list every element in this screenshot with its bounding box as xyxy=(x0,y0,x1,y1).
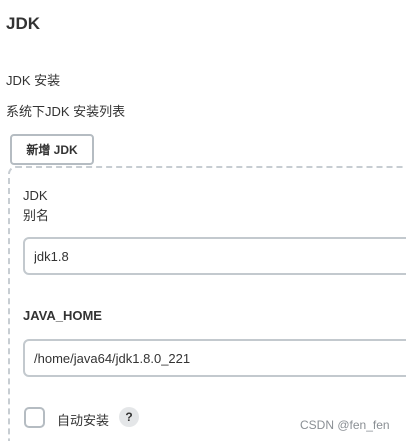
alias-input[interactable] xyxy=(23,237,406,275)
jdk-entry-type-label: JDK xyxy=(23,188,48,203)
jdk-config-page: JDK JDK 安装 系统下JDK 安装列表 新增 JDK JDK 别名 JAV… xyxy=(0,0,406,441)
section-title: JDK xyxy=(6,14,41,33)
java-home-input[interactable] xyxy=(23,339,406,377)
auto-install-checkbox[interactable] xyxy=(24,407,45,428)
java-home-label: JAVA_HOME xyxy=(23,308,102,323)
jdk-installations-title: JDK 安装 xyxy=(6,73,61,88)
auto-install-label[interactable]: 自动安装 xyxy=(57,410,109,429)
jdk-entry-container xyxy=(8,166,406,441)
jdk-entry-header: JDK 别名 xyxy=(23,186,49,226)
jdk-installations-description: 系统下JDK 安装列表 xyxy=(6,104,126,119)
watermark-text: CSDN @fen_fen xyxy=(300,418,390,432)
alias-label: 别名 xyxy=(23,208,50,223)
help-icon[interactable]: ? xyxy=(119,407,139,427)
add-jdk-button[interactable]: 新增 JDK xyxy=(10,134,94,165)
